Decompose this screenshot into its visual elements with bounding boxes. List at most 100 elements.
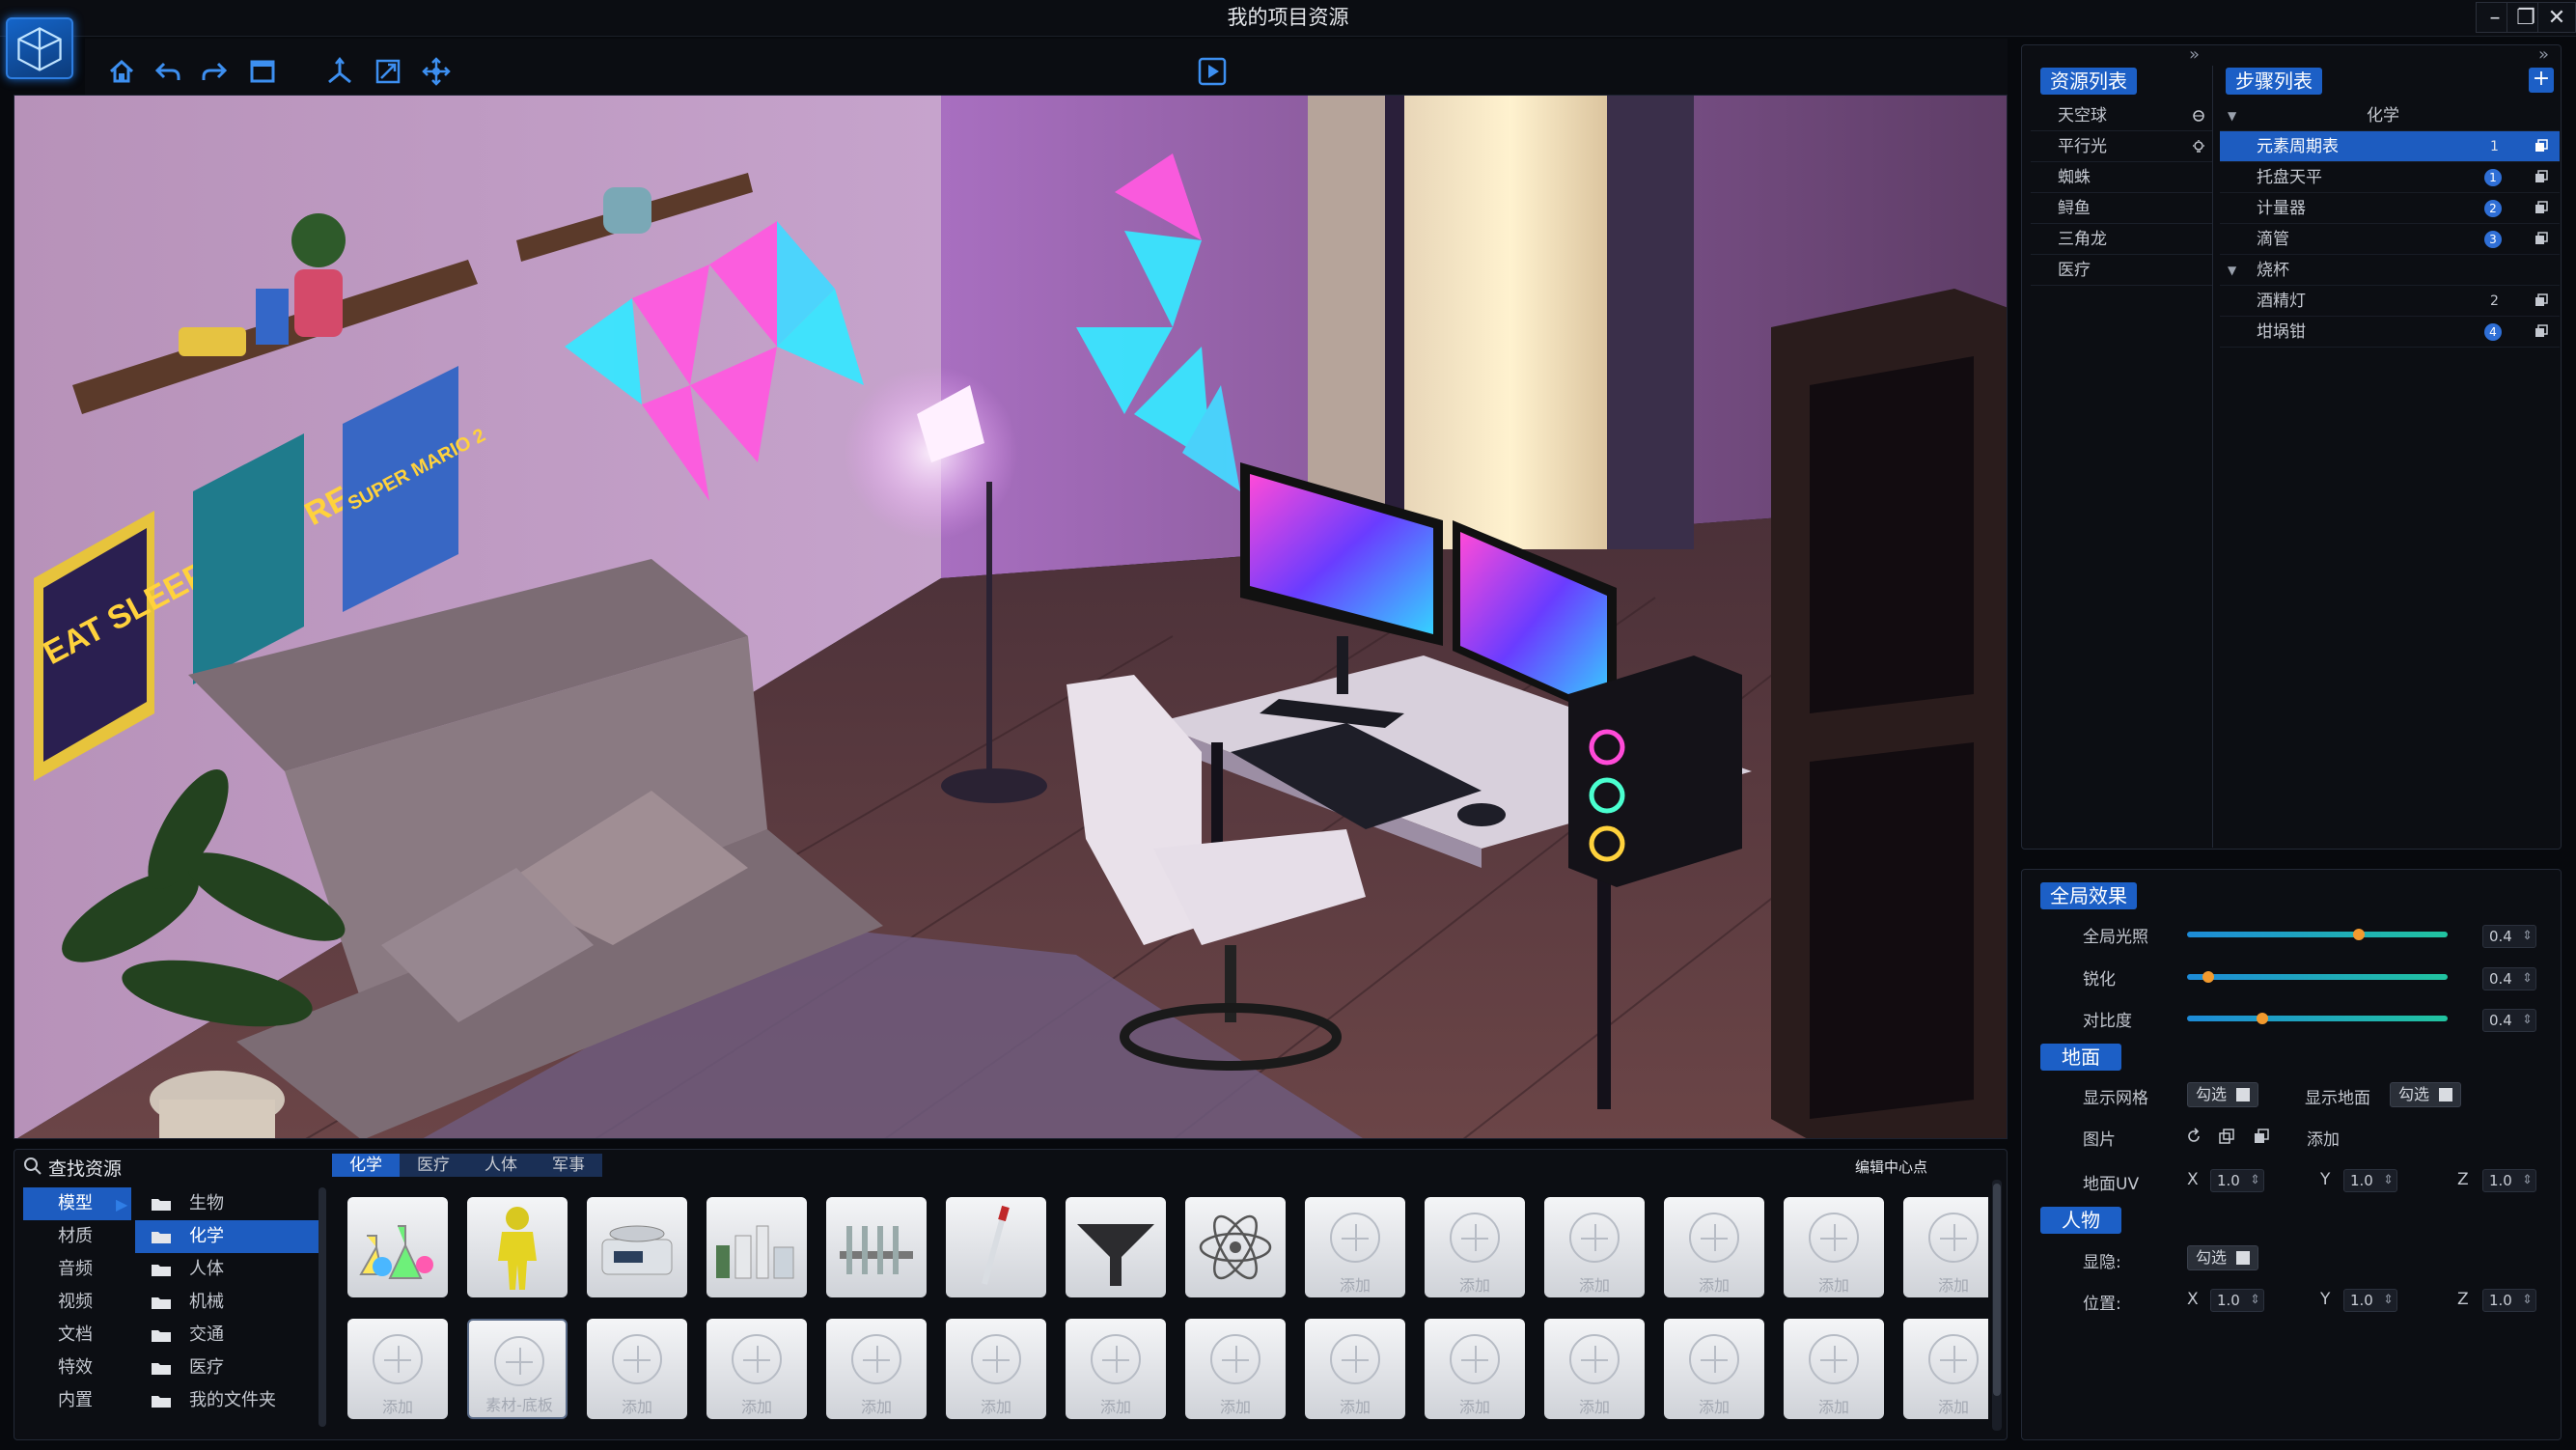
close-button[interactable]: ✕ [2537, 2, 2576, 33]
asset-tile-pipette[interactable] [946, 1197, 1046, 1297]
show-grid-checkbox[interactable]: 勾选 [2187, 1082, 2259, 1107]
scale-icon[interactable] [369, 53, 407, 90]
asset-tile-add[interactable]: 添加 [1425, 1197, 1525, 1297]
category-audio[interactable]: 音频 [23, 1253, 131, 1286]
global-light-value[interactable]: 0.4 [2482, 925, 2536, 948]
image-add-button[interactable]: 添加 [2307, 1126, 2340, 1150]
step-item-balance[interactable]: 托盘天平 1 [2220, 162, 2560, 193]
add-step-button[interactable]: + [2529, 68, 2554, 93]
asset-tile-add[interactable]: 添加 [826, 1319, 927, 1419]
ground-uv-x-input[interactable]: 1.0 [2210, 1169, 2264, 1192]
asset-tile-hazmat[interactable] [467, 1197, 568, 1297]
step-item-alcohol-lamp[interactable]: 酒精灯 2 [2220, 286, 2560, 317]
asset-tile-add[interactable]: 添加 [1544, 1197, 1645, 1297]
step-item-periodic-table[interactable]: 元素周期表 1 [2220, 131, 2560, 162]
resource-item-light[interactable]: 平行光 [2031, 131, 2212, 162]
copy-icon[interactable] [2534, 170, 2548, 183]
category-video[interactable]: 视频 [23, 1286, 131, 1319]
tab-medical[interactable]: 医疗 [400, 1154, 467, 1177]
step-list-header[interactable]: 步骤列表 [2226, 68, 2322, 95]
paste-icon[interactable] [2253, 1128, 2270, 1145]
position-z-input[interactable]: 1.0 [2482, 1289, 2536, 1312]
folder-medical[interactable]: 医疗 [135, 1352, 319, 1384]
step-item-crucible-tongs[interactable]: 坩埚钳 4 [2220, 317, 2560, 348]
category-document[interactable]: 文档 [23, 1319, 131, 1352]
resource-collapse-button[interactable]: » [2189, 44, 2200, 65]
person-header[interactable]: 人物 [2040, 1207, 2121, 1234]
resource-item-medical[interactable]: 医疗 [2031, 255, 2212, 286]
asset-tile-add[interactable]: 添加 [587, 1319, 687, 1419]
asset-tile-add[interactable]: 添加 [946, 1319, 1046, 1419]
asset-tile-scale[interactable] [587, 1197, 687, 1297]
frame-icon[interactable] [243, 53, 282, 90]
copy-icon[interactable] [2534, 139, 2548, 153]
asset-tile-add[interactable]: 添加 [1784, 1197, 1884, 1297]
ground-uv-y-input[interactable]: 1.0 [2343, 1169, 2397, 1192]
resource-item-triceratops[interactable]: 三角龙 [2031, 224, 2212, 255]
copy-icon[interactable] [2218, 1128, 2235, 1145]
copy-icon[interactable] [2534, 293, 2548, 307]
asset-scrollbar[interactable] [1992, 1180, 2002, 1431]
asset-tile-flasks[interactable] [347, 1197, 448, 1297]
step-group-beaker[interactable]: ▼ 烧杯 [2220, 255, 2560, 286]
sharpen-slider[interactable] [2187, 971, 2448, 983]
home-icon[interactable] [102, 53, 141, 90]
resource-list-header[interactable]: 资源列表 [2040, 68, 2137, 95]
folder-transport[interactable]: 交通 [135, 1319, 319, 1352]
step-collapse-button[interactable]: » [2538, 44, 2549, 65]
play-icon[interactable] [1193, 53, 1232, 90]
position-x-input[interactable]: 1.0 [2210, 1289, 2264, 1312]
search-icon[interactable] [23, 1157, 42, 1176]
contrast-slider[interactable] [2187, 1013, 2448, 1024]
ground-header[interactable]: 地面 [2040, 1044, 2121, 1071]
asset-tile-add[interactable]: 添加 [1305, 1319, 1405, 1419]
copy-icon[interactable] [2534, 201, 2548, 214]
axis-icon[interactable] [320, 53, 359, 90]
slider-knob[interactable] [2202, 971, 2214, 983]
asset-tile-add[interactable]: 添加 [706, 1319, 807, 1419]
tab-chemistry[interactable]: 化学 [332, 1154, 400, 1177]
asset-tile-add[interactable]: 添加 [1066, 1319, 1166, 1419]
ground-uv-z-input[interactable]: 1.0 [2482, 1169, 2536, 1192]
asset-tile-add[interactable]: 添加 [1664, 1319, 1764, 1419]
asset-tile-add[interactable]: 添加 [1425, 1319, 1525, 1419]
category-builtin[interactable]: 内置 [23, 1384, 131, 1417]
search-resources-label[interactable]: 查找资源 [48, 1155, 122, 1181]
asset-tile-funnel[interactable] [1066, 1197, 1166, 1297]
asset-tile-bottles[interactable] [706, 1197, 807, 1297]
asset-tile-add[interactable]: 添加 [1784, 1319, 1884, 1419]
scene-viewport[interactable]: EAT SLEEP GAME REPEAT SUPER MARIO 2 [14, 95, 2008, 1139]
asset-tile-base-board[interactable]: 素材-底板 [467, 1319, 568, 1419]
category-effects[interactable]: 特效 [23, 1352, 131, 1384]
resource-item-sturgeon[interactable]: 鲟鱼 [2031, 193, 2212, 224]
show-ground-checkbox[interactable]: 勾选 [2390, 1082, 2462, 1107]
asset-tile-add[interactable]: 添加 [1185, 1319, 1286, 1419]
folder-scrollbar[interactable] [319, 1187, 326, 1427]
asset-tile-rack[interactable] [826, 1197, 927, 1297]
folder-machinery[interactable]: 机械 [135, 1286, 319, 1319]
folder-human-body[interactable]: 人体 [135, 1253, 319, 1286]
copy-icon[interactable] [2534, 232, 2548, 245]
undo-icon[interactable] [149, 53, 187, 90]
asset-tile-atom[interactable] [1185, 1197, 1286, 1297]
position-y-input[interactable]: 1.0 [2343, 1289, 2397, 1312]
edit-center-button[interactable]: 编辑中心点 [1855, 1157, 1927, 1177]
global-effects-header[interactable]: 全局效果 [2040, 882, 2137, 909]
contrast-value[interactable]: 0.4 [2482, 1009, 2536, 1032]
redo-icon[interactable] [195, 53, 234, 90]
move-icon[interactable] [417, 53, 456, 90]
global-light-slider[interactable] [2187, 929, 2448, 940]
folder-my-folder[interactable]: 我的文件夹 [135, 1384, 319, 1417]
asset-tile-add[interactable]: 添加 [1903, 1319, 1988, 1419]
asset-tile-add[interactable]: 添加 [1903, 1197, 1988, 1297]
step-item-gauge[interactable]: 计量器 2 [2220, 193, 2560, 224]
folder-biology[interactable]: 生物 [135, 1187, 319, 1220]
tab-military[interactable]: 军事 [535, 1154, 602, 1177]
asset-tile-add[interactable]: 添加 [1544, 1319, 1645, 1419]
asset-tile-add[interactable]: 添加 [347, 1319, 448, 1419]
visibility-checkbox[interactable]: 勾选 [2187, 1245, 2259, 1270]
resource-item-sky[interactable]: 天空球 [2031, 100, 2212, 131]
category-material[interactable]: 材质 [23, 1220, 131, 1253]
tab-human-body[interactable]: 人体 [467, 1154, 535, 1177]
step-item-dropper[interactable]: 滴管 3 [2220, 224, 2560, 255]
